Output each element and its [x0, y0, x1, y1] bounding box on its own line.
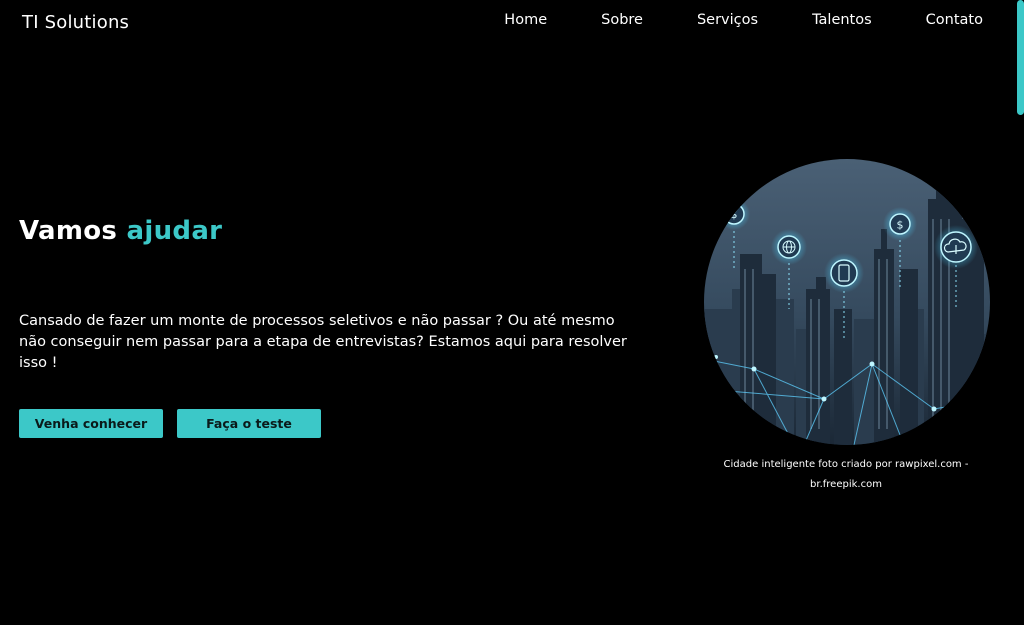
svg-text:$: $: [897, 219, 904, 232]
hero-title-accent: ajudar: [126, 216, 223, 246]
venha-conhecer-button[interactable]: Venha conhecer: [19, 409, 163, 438]
image-caption: Cidade inteligente foto criado por rawpi…: [723, 459, 969, 490]
dollar-icon: $: [883, 207, 917, 241]
globe-icon: [771, 229, 807, 265]
nav-contato[interactable]: Contato: [926, 12, 983, 28]
brand-logo[interactable]: TI Solutions: [22, 12, 129, 33]
main-nav: Home Sobre Serviços Talentos Contato: [504, 12, 983, 28]
nav-home[interactable]: Home: [504, 12, 547, 28]
svg-text:$: $: [731, 208, 738, 221]
nav-servicos[interactable]: Serviços: [697, 12, 758, 28]
hero-title-prefix: Vamos: [19, 216, 118, 246]
cloud-icon: [934, 225, 978, 269]
hero-description: Cansado de fazer um monte de processos s…: [19, 313, 627, 371]
nav-sobre[interactable]: Sobre: [601, 12, 643, 28]
dollar-icon: $: [718, 198, 750, 230]
nav-talentos[interactable]: Talentos: [812, 12, 872, 28]
scrollbar-thumb[interactable]: [1017, 0, 1024, 115]
smart-city-image: $ $: [704, 159, 990, 445]
hero-title: Vamos ajudar: [19, 216, 222, 246]
faca-o-teste-button[interactable]: Faça o teste: [177, 409, 321, 438]
phone-icon: [824, 253, 864, 293]
page: TI Solutions Home Sobre Serviços Talento…: [0, 0, 1024, 625]
